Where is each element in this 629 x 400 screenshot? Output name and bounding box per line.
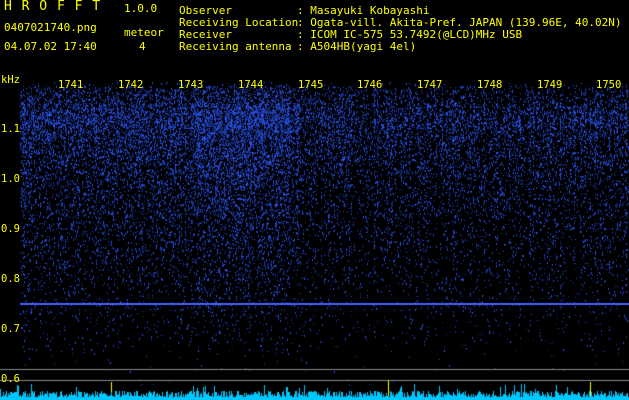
meteor-label: meteor <box>124 26 164 39</box>
freq-tick-label: 1.0 <box>1 173 20 185</box>
antenna-label: Receiving antenna <box>179 40 292 53</box>
spectrogram-display <box>0 74 629 400</box>
hrofft-window: { "app": { "name": "H R O F F T", "versi… <box>0 0 629 400</box>
axis-unit-label: kHz <box>1 74 20 86</box>
time-tick-label: 1747 <box>417 79 443 91</box>
antenna-value: : A504HB(yagi 4el) <box>297 40 417 53</box>
time-tick-label: 1745 <box>298 79 324 91</box>
app-version: 1.0.0 <box>124 2 158 15</box>
freq-tick-label: 0.6 <box>1 373 20 385</box>
freq-tick-label: 0.8 <box>1 273 20 285</box>
time-tick-label: 1750 <box>596 79 622 91</box>
freq-tick-label: 1.1 <box>1 123 20 135</box>
file-name: 0407021740.png <box>4 21 97 34</box>
time-tick-label: 1741 <box>58 79 84 91</box>
freq-tick-label: 0.7 <box>1 323 20 335</box>
app-title: H R O F F T <box>4 0 102 14</box>
meteor-count: 4 <box>139 40 146 53</box>
time-tick-label: 1742 <box>118 79 144 91</box>
freq-tick-label: 0.9 <box>1 223 20 235</box>
time-tick-label: 1744 <box>238 79 264 91</box>
time-tick-label: 1746 <box>357 79 383 91</box>
time-tick-label: 1743 <box>178 79 204 91</box>
time-tick-label: 1749 <box>537 79 563 91</box>
file-datetime: 04.07.02 17:40 <box>4 40 97 53</box>
time-tick-label: 1748 <box>477 79 503 91</box>
